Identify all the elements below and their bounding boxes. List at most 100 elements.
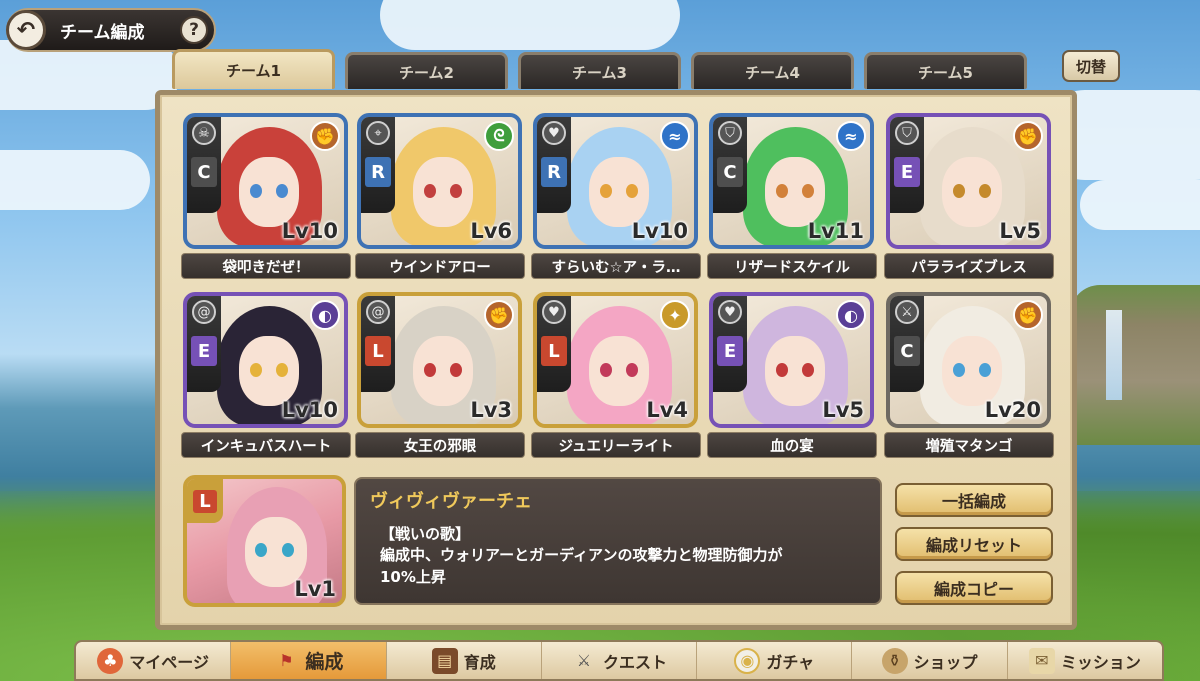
- nav-item-mission[interactable]: ✉ ミッション: [1008, 642, 1162, 679]
- member-name: すらいむ☆ア・ラ…: [531, 253, 701, 279]
- member-card[interactable]: ♥ R ≈ Lv10: [533, 113, 698, 249]
- member-name: リザードスケイル: [707, 253, 877, 279]
- member-level: Lv5: [822, 398, 864, 422]
- portrait-eye: [979, 184, 991, 198]
- nav-item-training[interactable]: ▤ 育成: [387, 642, 542, 679]
- element-dark-icon: ◐: [836, 300, 866, 330]
- member-card[interactable]: ⚔ C ✊ Lv20: [886, 292, 1051, 428]
- element-earth-icon: ✊: [484, 300, 514, 330]
- leader-card[interactable]: L Lv1: [183, 475, 346, 607]
- rank-letter: C: [894, 336, 920, 366]
- tab-team-1[interactable]: チーム1: [172, 49, 335, 89]
- background-cliff: [1070, 285, 1200, 445]
- portrait-face: [239, 336, 299, 406]
- member-card[interactable]: ☠ C ✊ Lv10: [183, 113, 348, 249]
- nav-label: ガチャ: [766, 652, 815, 672]
- portrait-face: [765, 157, 825, 227]
- portrait-face: [413, 336, 473, 406]
- member-card[interactable]: ⛉ E ✊ Lv5: [886, 113, 1051, 249]
- element-earth-icon: ✊: [1013, 121, 1043, 151]
- leader-skill-box: ヴィヴィヴァーチェ 【戦いの歌】 編成中、ウォリアーとガーディアンの攻撃力と物理…: [354, 477, 882, 605]
- portrait-face: [413, 157, 473, 227]
- back-arrow-icon[interactable]: ↶: [6, 10, 46, 50]
- member-level: Lv11: [807, 219, 864, 243]
- member-card[interactable]: ♥ L ✦ Lv4: [533, 292, 698, 428]
- member-level: Lv5: [999, 219, 1041, 243]
- leader-skill-name: 【戦いの歌】: [380, 525, 471, 543]
- heart-icon: ♥: [542, 121, 566, 145]
- swords-icon: ⚔: [895, 300, 919, 324]
- portrait-eye: [276, 184, 288, 198]
- member-level: Lv6: [470, 219, 512, 243]
- bulk-form-button[interactable]: 一括編成: [895, 483, 1053, 517]
- heart-icon: ♥: [542, 300, 566, 324]
- rank-badge: ♥ R: [537, 117, 571, 213]
- heart-icon: ♥: [718, 300, 742, 324]
- portrait-eye: [450, 184, 462, 198]
- reset-form-button[interactable]: 編成リセット: [895, 527, 1053, 561]
- copy-form-button[interactable]: 編成コピー: [895, 571, 1053, 605]
- rank-badge: ⌖ R: [361, 117, 395, 213]
- member-name: 増殖マタンゴ: [884, 432, 1054, 458]
- portrait-eye: [450, 363, 462, 377]
- tab-team-4[interactable]: チーム4: [691, 52, 854, 89]
- rank-letter: R: [541, 157, 567, 187]
- member-name: パラライズブレス: [884, 253, 1054, 279]
- nav-item-gacha[interactable]: ◉ ガチャ: [697, 642, 853, 679]
- member-level: Lv10: [281, 398, 338, 422]
- member-card[interactable]: ⛉ C ≈ Lv11: [709, 113, 874, 249]
- portrait-face: [239, 157, 299, 227]
- member-card[interactable]: ⌖ R ᘓ Lv6: [357, 113, 522, 249]
- background-cloud: [0, 150, 150, 210]
- rank-badge: ♥ E: [713, 296, 747, 392]
- crosshair-icon: ⌖: [366, 121, 390, 145]
- nav-item-shop[interactable]: ⚱ ショップ: [852, 642, 1008, 679]
- element-water-icon: ≈: [836, 121, 866, 151]
- nav-item-quest[interactable]: ⚔ クエスト: [542, 642, 698, 679]
- mushroom-icon: ♣: [97, 647, 124, 674]
- element-dark-icon: ◐: [310, 300, 340, 330]
- rank-letter: E: [191, 336, 217, 366]
- member-name: 女王の邪眼: [355, 432, 525, 458]
- switch-button[interactable]: 切替: [1062, 50, 1120, 82]
- nav-label: 育成: [463, 652, 496, 672]
- nav-item-mypage[interactable]: ♣ マイページ: [76, 642, 232, 679]
- leader-skill-desc-line2: 10%上昇: [380, 568, 446, 586]
- portrait-eye: [250, 184, 262, 198]
- member-name: ウインドアロー: [355, 253, 525, 279]
- tab-team-5[interactable]: チーム5: [864, 52, 1027, 89]
- scroll-icon: ✉: [1028, 647, 1055, 674]
- element-wind-icon: ᘓ: [484, 121, 514, 151]
- portrait-eye: [802, 184, 814, 198]
- nav-label: ミッション: [1060, 652, 1141, 672]
- portrait-eye: [626, 363, 638, 377]
- element-earth-icon: ✊: [1013, 300, 1043, 330]
- element-earth-icon: ✊: [310, 121, 340, 151]
- member-level: Lv3: [470, 398, 512, 422]
- background-cloud: [380, 0, 680, 50]
- shield-icon: ⛉: [895, 121, 919, 145]
- nav-label: ショップ: [913, 652, 978, 672]
- member-card[interactable]: @ L ✊ Lv3: [357, 292, 522, 428]
- help-button[interactable]: ?: [180, 16, 208, 44]
- member-name: 袋叩きだぜ！: [181, 253, 351, 279]
- tab-team-3[interactable]: チーム3: [518, 52, 681, 89]
- member-card[interactable]: ♥ E ◐ Lv5: [709, 292, 874, 428]
- title-bar: ↶ チーム編成 ?: [6, 8, 216, 52]
- member-level: Lv10: [631, 219, 688, 243]
- rank-letter: L: [541, 336, 567, 366]
- rank-letter: C: [191, 157, 217, 187]
- book-icon: ▤: [431, 647, 458, 674]
- element-water-icon: ≈: [660, 121, 690, 151]
- portrait-face: [765, 336, 825, 406]
- rank-badge: ⚔ C: [890, 296, 924, 392]
- rank-letter: E: [894, 157, 920, 187]
- portrait-eye: [953, 363, 965, 377]
- member-card[interactable]: @ E ◐ Lv10: [183, 292, 348, 428]
- portrait-eye: [276, 363, 288, 377]
- swirl-icon: @: [192, 300, 216, 324]
- tab-team-2[interactable]: チーム2: [345, 52, 508, 89]
- portrait-face: [942, 336, 1002, 406]
- nav-item-formation[interactable]: ⚑ 編成: [231, 642, 387, 679]
- portrait-eye: [953, 184, 965, 198]
